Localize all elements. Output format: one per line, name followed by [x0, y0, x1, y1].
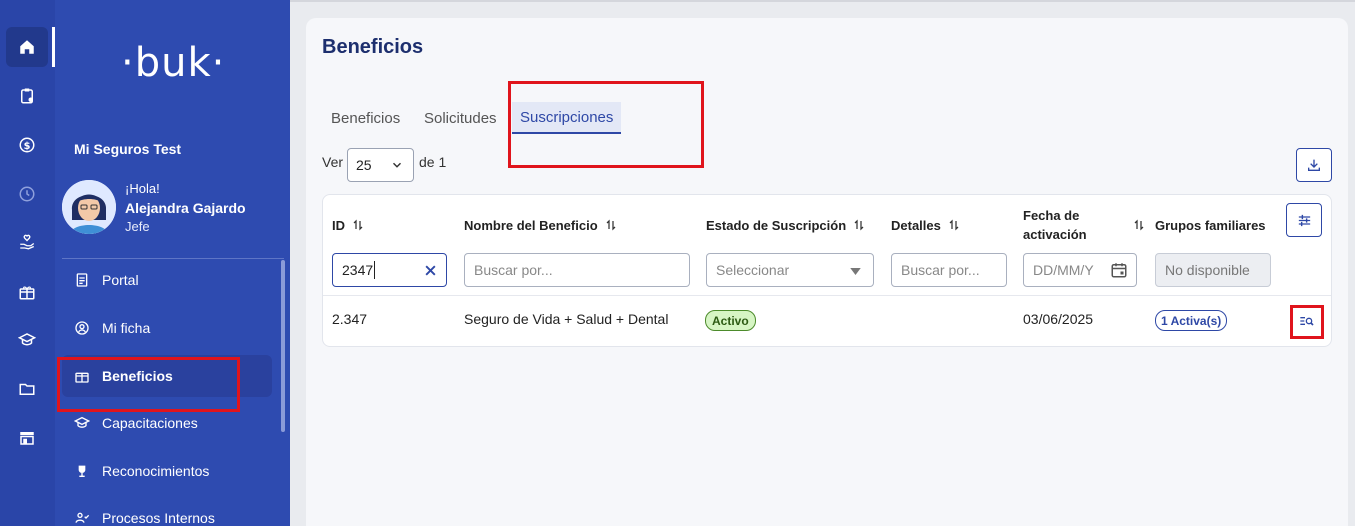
tab-solicitudes[interactable]: Solicitudes [416, 102, 505, 134]
header-label: Grupos familiares [1155, 217, 1266, 233]
sidebar-item-label: Procesos Internos [102, 510, 215, 526]
sidebar-item-label: Portal [102, 272, 139, 288]
header-fecha[interactable]: Fecha de activación [1023, 195, 1111, 255]
sliders-icon [1298, 214, 1310, 226]
download-icon [1308, 159, 1320, 171]
sidebar-scrollbar[interactable] [281, 260, 285, 432]
clear-icon[interactable] [424, 264, 437, 277]
user-role: Jefe [125, 219, 150, 234]
page-size-select[interactable]: 25 [347, 148, 414, 182]
header-nombre[interactable]: Nombre del Beneficio [464, 195, 617, 255]
detalles-filter-input[interactable]: Buscar por... [891, 253, 1007, 287]
tab-beneficios[interactable]: Beneficios [323, 102, 408, 134]
id-filter-value: 2347 [342, 262, 374, 278]
header-detalles[interactable]: Detalles [891, 195, 960, 255]
header-id[interactable]: ID [332, 195, 364, 255]
graduation-icon [74, 416, 90, 428]
sort-icon[interactable] [853, 219, 865, 231]
header-grupos: Grupos familiares [1155, 195, 1266, 255]
id-filter-input[interactable]: 2347 [332, 253, 447, 287]
header-label: Detalles [891, 217, 941, 233]
icon-rail: $ [0, 0, 55, 526]
top-border [290, 0, 1355, 2]
header-label: Fecha de activación [1023, 208, 1087, 242]
sort-icon[interactable] [605, 219, 617, 231]
grupos-filter-input: No disponible [1155, 253, 1271, 287]
greeting: ¡Hola! [125, 181, 160, 196]
avatar[interactable] [62, 180, 116, 234]
sidebar-item-label: Mi ficha [102, 320, 151, 336]
pager-ver-label: Ver [322, 154, 344, 170]
highlight-box-beneficios [57, 357, 240, 412]
home-icon[interactable] [6, 27, 48, 67]
sort-icon[interactable] [1133, 219, 1145, 231]
sort-icon[interactable] [948, 219, 960, 231]
graduation-icon[interactable] [6, 320, 48, 360]
nombre-filter-input[interactable]: Buscar por... [464, 253, 690, 287]
trophy-icon [78, 465, 86, 477]
sidebar-item-portal[interactable]: Portal [62, 259, 272, 301]
sidebar-item-label: Reconocimientos [102, 463, 210, 479]
column-settings-button[interactable] [1286, 203, 1322, 237]
grupos-badge[interactable]: 1 Activa(s) [1155, 310, 1228, 331]
sort-icon[interactable] [352, 219, 364, 231]
caret-down-icon [850, 268, 861, 275]
company-name: Mi Seguros Test [74, 141, 182, 157]
sidebar: ·buk· Mi Seguros Test ¡Hola! Alejandra G… [55, 0, 290, 526]
header-estado[interactable]: Estado de Suscripción [706, 195, 865, 255]
store-icon[interactable] [6, 418, 48, 458]
dollar-icon[interactable]: $ [6, 125, 48, 165]
main-card: Beneficios Beneficios Solicitudes Suscri… [306, 18, 1348, 526]
svg-text:$: $ [24, 141, 31, 152]
sidebar-item-mi-ficha[interactable]: Mi ficha [62, 307, 272, 349]
sidebar-item-reconocimientos[interactable]: Reconocimientos [62, 450, 272, 492]
highlight-box-detail [1290, 305, 1324, 339]
cell-nombre: Seguro de Vida + Salud + Dental [464, 311, 669, 327]
status-badge: Activo [705, 310, 756, 331]
chevron-down-icon [392, 162, 402, 168]
buk-logo[interactable]: ·buk· [121, 40, 225, 86]
hand-heart-icon[interactable] [6, 222, 48, 262]
sidebar-item-procesos-internos[interactable]: Procesos Internos [62, 497, 272, 526]
clock-icon[interactable] [6, 174, 48, 214]
estado-filter-select[interactable]: Seleccionar [706, 253, 874, 287]
document-icon [76, 273, 88, 287]
page-size-value: 25 [356, 157, 372, 173]
sidebar-item-label: Capacitaciones [102, 415, 198, 431]
estado-filter-placeholder: Seleccionar [716, 262, 790, 278]
pager-total-label: de 1 [419, 154, 447, 170]
fecha-filter-input[interactable]: DD/MM/Y [1023, 253, 1137, 287]
cell-id: 2.347 [332, 311, 368, 327]
header-label: Estado de Suscripción [706, 217, 847, 233]
clipboard-icon[interactable] [6, 76, 48, 116]
user-circle-icon [75, 321, 89, 335]
cell-fecha: 03/06/2025 [1023, 311, 1094, 327]
calendar-icon[interactable] [1110, 261, 1128, 279]
people-icon [75, 512, 90, 523]
suscripciones-table: ID Nombre del Beneficio Estado de Suscri… [322, 194, 1332, 347]
text-cursor [374, 261, 376, 279]
header-label: ID [332, 217, 345, 233]
page-title: Beneficios [322, 36, 424, 58]
gift-icon[interactable] [6, 272, 48, 312]
highlight-box-suscripciones [508, 81, 704, 168]
header-label: Nombre del Beneficio [464, 217, 598, 233]
row-separator [323, 295, 1331, 296]
folder-icon[interactable] [6, 369, 48, 409]
download-button[interactable] [1296, 148, 1332, 182]
user-name: Alejandra Gajardo [125, 200, 246, 216]
fecha-filter-placeholder: DD/MM/Y [1033, 262, 1094, 278]
